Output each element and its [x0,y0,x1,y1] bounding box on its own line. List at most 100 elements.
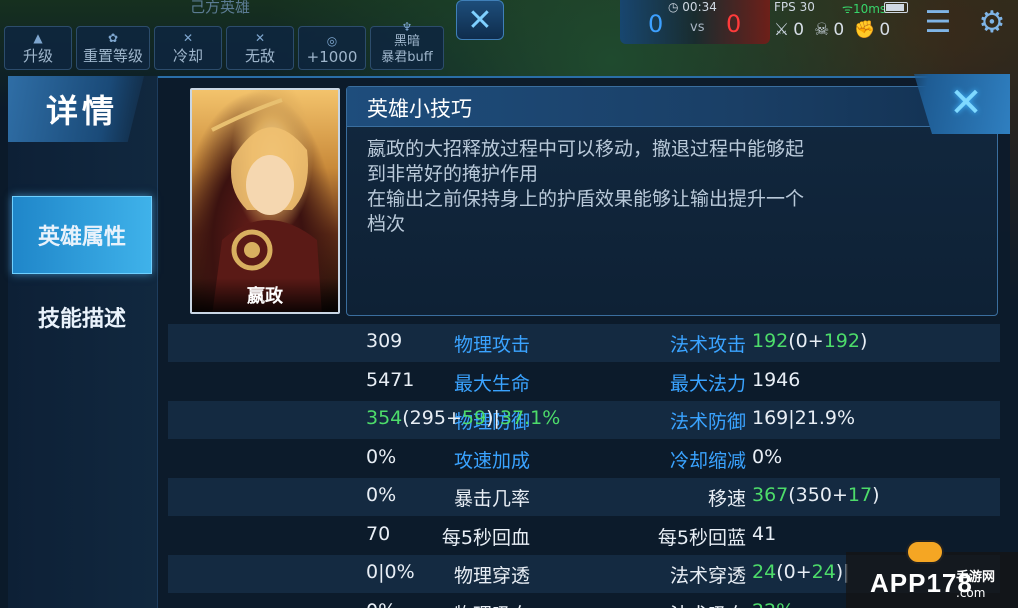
up-arrow-icon: ▲ [33,31,43,45]
cheat-button-label: 无敌 [244,47,275,65]
stat-value-segment: 17 [847,484,873,506]
stat-label: 移速 [707,488,746,510]
menu-icon[interactable]: ☰ [920,4,956,40]
watermark-subtitle: 手游网 [956,570,996,585]
battery-icon [884,2,908,13]
stat-value-segment: 0% [752,445,783,468]
tab-skill-description[interactable]: 技能描述 [12,278,152,356]
stat-value-segment: 70 [366,522,391,545]
stat-value: 0% [366,600,396,608]
stat-value: 0% [752,446,782,468]
stat-value: 41 [752,523,776,545]
tips-title: 英雄小技巧 [367,97,472,121]
tips-text: 嬴政的大招释放过程中可以移动，撤退过程中能够起 到非常好的掩护作用 在输出之前保… [367,137,927,237]
cheat-button[interactable]: ✿ 重置等级 [76,26,150,70]
stat-value-segment: 1946 [752,368,801,391]
tip-line: 在输出之前保持身上的护盾效果能够让输出提升一个 档次 [367,188,805,235]
close-button[interactable]: ✕ [940,80,992,126]
stat-value-segment: 354 [366,407,403,429]
stat-value-segment: 0% [366,484,397,506]
stat-value-segment: 22% [752,600,794,608]
stat-value-segment: ) [859,330,868,352]
stat-value-segment: 5471 [366,368,415,391]
stat-row: 物理攻击 309 法术攻击 192(0+192) [168,324,1000,362]
stat-value-segment: (350+ [788,484,848,506]
stat-label: 物理穿透 [453,565,530,587]
stat-value-segment: (295+ [402,407,462,429]
tips-header: 英雄小技巧 [347,87,997,127]
coin-icon: ◎ [326,34,338,48]
stat-value-segment: 37.1% [499,407,561,429]
vs-label: vs [690,20,705,35]
gear-icon: ✿ [107,31,119,45]
stat-label: 每5秒回蓝 [657,526,746,549]
stat-row: 暴击几率 0% 移速 367(350+17) [168,478,1000,516]
training-cheat-bar: ▲ 升级 ✿ 重置等级 ✕ 冷却 ✕ 无敌 ◎ +1000 ♆ 黑暗 暴君buff [4,20,444,70]
tab-hero-attributes[interactable]: 英雄属性 [12,196,152,274]
wing-icon: ♆ [401,20,413,34]
blue-team-score: 0 [648,10,664,38]
skull-icon: ☠ [814,20,830,40]
stat-value: 24(0+24)| [752,561,850,583]
hero-portrait: 嬴政 [190,88,340,314]
settings-gear-icon[interactable]: ⚙ [974,4,1010,40]
stat-label: 攻速加成 [453,449,530,472]
stat-label: 法术穿透 [669,565,746,587]
cheat-button[interactable]: ✕ 冷却 [154,26,222,70]
stat-value-segment: 24 [752,561,777,583]
stat-row: 最大生命 5471 最大法力 1946 [168,363,1000,401]
stat-label: 暴击几率 [453,488,530,510]
stat-label: 物理吸血 [454,600,530,608]
stat-label: 法术吸血 [670,600,746,608]
stat-value-segment: 192 [823,330,860,352]
team-heroes-label: 己方英雄 [190,0,251,16]
tab-label: 英雄属性 [37,225,126,250]
fist-icon: ✊ [854,20,876,40]
stat-label: 法术攻击 [669,334,746,356]
red-team-score: 0 [726,10,742,38]
x-icon: ✕ [182,31,194,45]
stat-value-segment: 309 [366,330,403,352]
stat-row: 每5秒回血 70 每5秒回蓝 41 [168,517,1000,555]
cheat-button[interactable]: ♆ 黑暗 暴君buff [370,20,444,70]
cheat-button-label: 重置等级 [82,47,143,65]
stat-label: 最大生命 [453,372,530,395]
match-timer: ◷ 00:34 [668,0,717,14]
stat-value: 70 [366,523,390,545]
stat-label: 物理攻击 [453,334,530,356]
stat-value-segment: 0% [366,600,396,608]
kda-display: ⚔ 0 ☠ 0 ✊ 0 [774,20,890,40]
stat-value-segment: 192 [752,330,789,352]
tip-line: 嬴政的大招释放过程中可以移动，撤退过程中能够起 到非常好的掩护作用 [367,138,805,185]
fps-status: FPS 30 ᯤ10ms ⚔ 0 ☠ 0 ✊ 0 [770,0,920,44]
stat-label: 每5秒回血 [441,526,530,549]
ping-label: ᯤ10ms [842,2,887,16]
stat-value-segment: 41 [752,522,777,545]
stat-label: 法术防御 [669,411,746,433]
stat-value: 0% [366,484,396,506]
stat-value: 0% [366,446,396,468]
stat-value: 1946 [752,369,800,391]
cheat-button[interactable]: ◎ +1000 [298,26,366,70]
stat-row: 攻速加成 0% 冷却缩减 0% [168,440,1000,478]
assists-count: ✊ 0 [854,20,891,40]
cheat-button[interactable]: ✕ 无敌 [226,26,294,70]
stat-label: 冷却缩减 [669,449,746,472]
cheat-button[interactable]: ▲ 升级 [4,26,72,70]
stat-value: 5471 [366,369,414,391]
stat-value-segment: (0+ [788,330,824,352]
stat-value-segment: 59 [461,407,487,429]
stat-label: 最大法力 [669,372,746,395]
cheat-button-label: +1000 [306,48,358,66]
stat-value-segment: )| [486,407,500,429]
stat-value: 22% [752,600,794,608]
stat-value-segment: 24 [811,561,836,583]
cheat-button-label: 升级 [22,47,53,65]
deaths-count: ☠ 0 [814,20,845,40]
sword-icon: ⚔ [774,20,790,40]
close-x-icon[interactable]: ✕ [456,0,504,40]
hero-name: 嬴政 [192,278,338,312]
stat-value: 0|0% [366,561,415,583]
hero-tips-box: 英雄小技巧 嬴政的大招释放过程中可以移动，撤退过程中能够起 到非常好的掩护作用 … [346,86,998,316]
watermark-url: .com [956,586,986,600]
